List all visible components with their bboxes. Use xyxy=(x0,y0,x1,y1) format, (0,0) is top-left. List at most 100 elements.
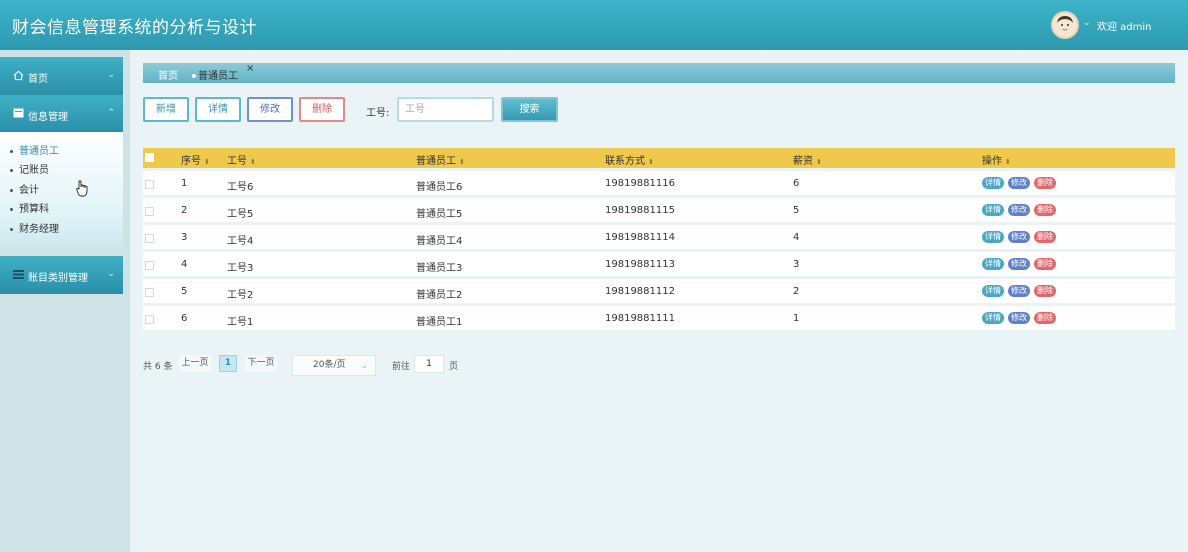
row-detail-button[interactable]: 详情 xyxy=(982,258,1004,270)
add-button[interactable]: 新增 xyxy=(143,97,189,122)
column-header-label: 操作 xyxy=(982,156,1002,167)
column-header-id[interactable]: 工号 ⬍ xyxy=(227,152,256,167)
row-detail-button[interactable]: 详情 xyxy=(982,204,1004,216)
select-all-checkbox[interactable] xyxy=(145,153,154,162)
welcome-text[interactable]: 欢迎 admin xyxy=(1097,18,1152,33)
sort-icon: ⬍ xyxy=(1005,158,1011,166)
row-detail-button[interactable]: 详情 xyxy=(982,285,1004,297)
row-delete-button[interactable]: 删除 xyxy=(1034,177,1056,189)
row-edit-button[interactable]: 修改 xyxy=(1008,177,1030,189)
cell-salary: 4 xyxy=(793,232,800,243)
row-edit-button[interactable]: 修改 xyxy=(1008,204,1030,216)
sidebar-item-budget[interactable]: 预算科 xyxy=(10,200,49,215)
column-header-contact[interactable]: 联系方式 ⬍ xyxy=(605,152,654,167)
edit-button[interactable]: 修改 xyxy=(247,97,293,122)
sidebar-item-label: 财务经理 xyxy=(19,224,59,235)
delete-button[interactable]: 删除 xyxy=(299,97,345,122)
cell-contact: 19819881114 xyxy=(605,232,675,243)
cell-salary: 3 xyxy=(793,259,800,270)
page-unit-label: 页 xyxy=(449,362,459,372)
table-header xyxy=(143,148,1175,168)
row-edit-button[interactable]: 修改 xyxy=(1008,312,1030,324)
tab-employee[interactable]: 普通员工 xyxy=(192,67,238,82)
tab-employee-label: 普通员工 xyxy=(198,71,238,82)
chevron-down-icon: ⌄ xyxy=(107,269,115,279)
sidebar-item-label: 普通员工 xyxy=(19,146,59,157)
row-checkbox[interactable] xyxy=(145,207,154,216)
row-checkbox[interactable] xyxy=(145,234,154,243)
close-icon[interactable]: × xyxy=(246,63,254,74)
cell-id: 工号1 xyxy=(227,317,254,328)
sidebar-item-label: 会计 xyxy=(19,185,39,196)
cell-index: 3 xyxy=(181,232,188,243)
chevron-down-icon[interactable]: ⌄ xyxy=(1083,18,1091,28)
sidebar-item-account[interactable]: 账目类别管理 ⌄ xyxy=(0,256,123,294)
cell-index: 1 xyxy=(181,178,188,189)
row-detail-button[interactable]: 详情 xyxy=(982,312,1004,324)
chevron-down-icon: ⌄ xyxy=(361,361,368,370)
row-checkbox[interactable] xyxy=(145,315,154,324)
sidebar-item-bookkeeper[interactable]: 记账员 xyxy=(10,161,49,176)
bullet-icon xyxy=(10,227,13,231)
cell-salary: 5 xyxy=(793,205,800,216)
row-edit-button[interactable]: 修改 xyxy=(1008,258,1030,270)
tab-home[interactable]: 首页 xyxy=(158,67,178,82)
avatar[interactable] xyxy=(1051,11,1079,39)
next-page-button[interactable]: 下一页 xyxy=(245,355,277,372)
prev-page-button[interactable]: 上一页 xyxy=(179,355,211,372)
cell-contact: 19819881112 xyxy=(605,286,675,297)
row-delete-button[interactable]: 删除 xyxy=(1034,204,1056,216)
cell-employee: 普通员工1 xyxy=(416,317,463,328)
sidebar-item-employee[interactable]: 普通员工 xyxy=(10,142,59,157)
sidebar-item-label: 预算科 xyxy=(19,204,49,215)
sidebar-item-home[interactable]: 首页 ⌄ xyxy=(0,57,123,95)
column-header-label: 联系方式 xyxy=(605,156,645,167)
column-header-actions[interactable]: 操作 ⬍ xyxy=(982,152,1011,167)
goto-label: 前往 xyxy=(392,362,411,372)
column-header-index[interactable]: 序号 ⬍ xyxy=(181,152,210,167)
search-input[interactable] xyxy=(397,97,494,122)
sidebar-item-finance-manager[interactable]: 财务经理 xyxy=(10,220,59,235)
column-header-label: 薪资 xyxy=(793,156,813,167)
cell-employee: 普通员工4 xyxy=(416,236,463,247)
bullet-icon xyxy=(10,188,13,192)
row-delete-button[interactable]: 删除 xyxy=(1034,258,1056,270)
row-checkbox[interactable] xyxy=(145,261,154,270)
page-number-button[interactable]: 1 xyxy=(219,355,237,372)
sidebar-item-info-label: 信息管理 xyxy=(28,112,68,123)
row-edit-button[interactable]: 修改 xyxy=(1008,231,1030,243)
sidebar-item-info[interactable]: 信息管理 ⌃ xyxy=(0,95,123,133)
goto-page-input[interactable]: 1 xyxy=(414,355,444,373)
row-detail-button[interactable]: 详情 xyxy=(982,231,1004,243)
row-delete-button[interactable]: 删除 xyxy=(1034,285,1056,297)
cell-id: 工号5 xyxy=(227,209,254,220)
detail-button[interactable]: 详情 xyxy=(195,97,241,122)
column-header-salary[interactable]: 薪资 ⬍ xyxy=(793,152,822,167)
search-button[interactable]: 搜索 xyxy=(501,97,558,122)
cell-contact: 19819881111 xyxy=(605,313,675,324)
row-delete-button[interactable]: 删除 xyxy=(1034,231,1056,243)
row-checkbox[interactable] xyxy=(145,288,154,297)
row-checkbox[interactable] xyxy=(145,180,154,189)
sort-icon: ⬍ xyxy=(816,158,822,166)
cell-employee: 普通员工2 xyxy=(416,290,463,301)
sidebar-item-home-label: 首页 xyxy=(28,74,48,85)
row-detail-button[interactable]: 详情 xyxy=(982,177,1004,189)
chevron-down-icon: ⌄ xyxy=(107,70,115,80)
sidebar-item-accountant[interactable]: 会计 xyxy=(10,181,39,196)
menu-icon xyxy=(13,269,24,282)
cell-employee: 普通员工5 xyxy=(416,209,463,220)
page-size-select[interactable]: 20条/页 ⌄ xyxy=(292,355,376,376)
avatar-icon xyxy=(1053,13,1077,37)
cell-id: 工号4 xyxy=(227,236,254,247)
cell-index: 5 xyxy=(181,286,188,297)
row-delete-button[interactable]: 删除 xyxy=(1034,312,1056,324)
column-header-label: 普通员工 xyxy=(416,156,456,167)
tab-bar xyxy=(143,63,1175,83)
row-edit-button[interactable]: 修改 xyxy=(1008,285,1030,297)
pagination-total: 共 6 条 xyxy=(143,362,173,372)
sort-icon: ⬍ xyxy=(648,158,654,166)
sort-icon: ⬍ xyxy=(204,158,210,166)
sidebar-item-label: 记账员 xyxy=(19,165,49,176)
column-header-employee[interactable]: 普通员工 ⬍ xyxy=(416,152,465,167)
